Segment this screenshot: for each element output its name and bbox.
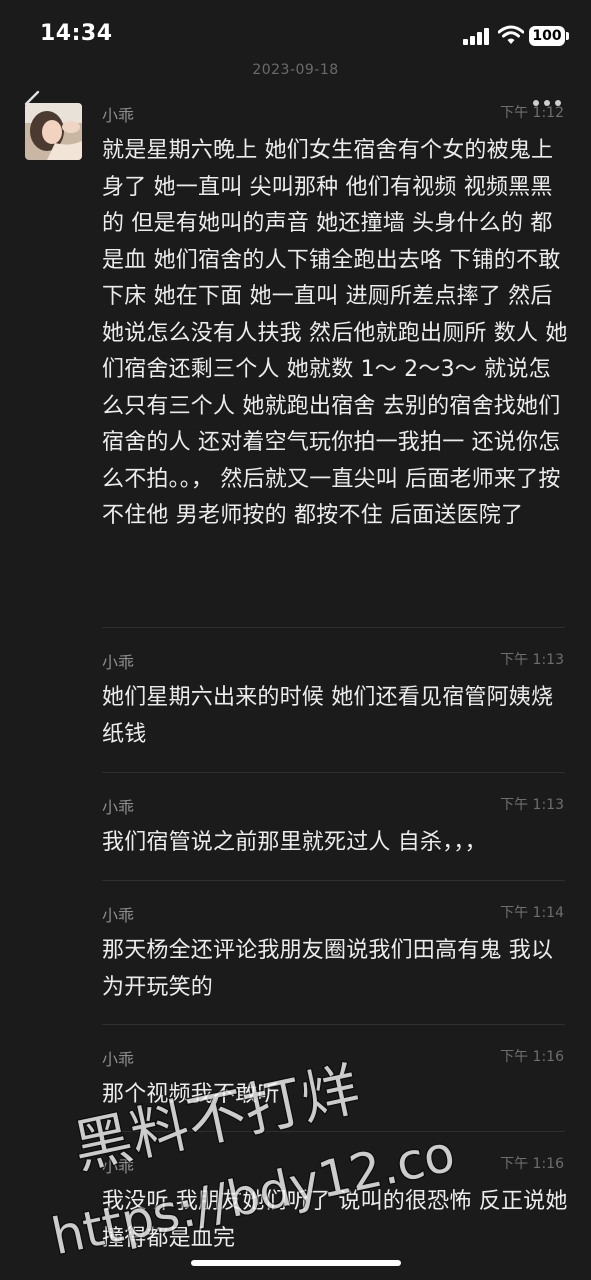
message-time: 下午 1:14 [500, 905, 564, 921]
divider [102, 1131, 565, 1132]
message-text: 她们星期六出来的时候 她们还看见宿管阿姨烧纸钱 [102, 685, 554, 747]
user-avatar[interactable] [25, 103, 82, 160]
message-item: 小乖 下午 1:16 那个视频我不敢听 [102, 1046, 564, 1121]
home-indicator[interactable] [191, 1260, 401, 1266]
status-bar: 14:34 100 [0, 0, 591, 70]
message-text: 那个视频我不敢听 [102, 1082, 280, 1107]
wifi-icon [498, 25, 524, 44]
battery-nub [566, 32, 569, 40]
cellular-signal-icon [463, 27, 491, 45]
message-time: 下午 1:12 [500, 105, 564, 121]
sender-name: 小乖 [102, 1157, 135, 1176]
message-item: 小乖 下午 1:13 我们宿管说之前那里就死过人 自杀，，， [102, 794, 564, 869]
message-item: 小乖 下午 1:12 就是星期六晚上 她们女生宿舍有个女的被鬼上身了 她一直叫 … [102, 102, 567, 612]
message-time: 下午 1:16 [500, 1049, 564, 1065]
sender-name: 小乖 [102, 653, 135, 672]
sender-name: 小乖 [102, 906, 135, 925]
message-time: 下午 1:13 [500, 797, 564, 813]
sender-name: 小乖 [102, 106, 135, 125]
date-header: 2023-09-18 [252, 62, 339, 78]
message-item: 小乖 下午 1:14 那天杨全还评论我朋友圈说我们田高有鬼 我以为开玩笑的 [102, 902, 564, 1012]
status-time: 14:34 [40, 21, 113, 46]
divider [102, 627, 565, 628]
message-time: 下午 1:13 [500, 652, 564, 668]
message-item: 小乖 下午 1:16 我没听 我朋友她们听了 说叫的很恐怖 反正说她撞得都是血完 [102, 1153, 567, 1258]
message-text: 我们宿管说之前那里就死过人 自杀，，， [102, 830, 487, 855]
divider [102, 772, 565, 773]
message-item: 小乖 下午 1:13 她们星期六出来的时候 她们还看见宿管阿姨烧纸钱 [102, 649, 564, 759]
divider [102, 1024, 565, 1025]
message-text: 就是星期六晚上 她们女生宿舍有个女的被鬼上身了 她一直叫 尖叫那种 他们有视频 … [102, 138, 568, 528]
battery-icon: 100 [529, 26, 565, 46]
divider [102, 880, 565, 881]
message-text: 那天杨全还评论我朋友圈说我们田高有鬼 我以为开玩笑的 [102, 938, 554, 1000]
sender-name: 小乖 [102, 798, 135, 817]
sender-name: 小乖 [102, 1050, 135, 1069]
message-time: 下午 1:16 [500, 1156, 564, 1172]
message-text: 我没听 我朋友她们听了 说叫的很恐怖 反正说她撞得都是血完 [102, 1189, 568, 1251]
